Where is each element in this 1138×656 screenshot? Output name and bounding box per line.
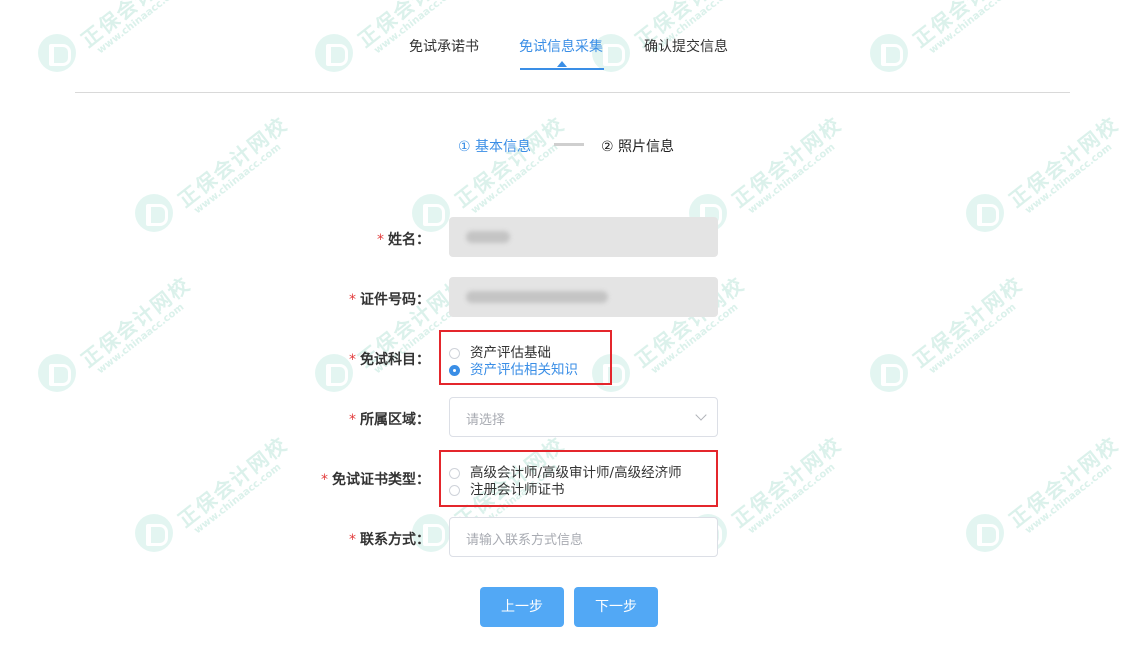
required-mark: * — [349, 412, 356, 428]
brand-logo-icon — [870, 354, 908, 392]
step-basic-info: ① 基本信息 — [458, 139, 532, 155]
required-mark: * — [349, 352, 356, 368]
prev-step-button[interactable]: 上一步 — [480, 587, 564, 627]
region-select[interactable]: 请选择 — [449, 397, 718, 437]
tab-divider — [75, 92, 1070, 93]
name-label: * 姓名： — [377, 232, 430, 248]
watermark: 正保会计网校 www.chinaacc.com — [870, 272, 1027, 400]
required-mark: * — [349, 292, 356, 308]
brand-logo-icon — [966, 514, 1004, 552]
highlight-box-subject — [439, 330, 612, 385]
required-mark: * — [349, 532, 356, 548]
tab-bar: 免试承诺书 免试信息采集 确认提交信息 — [0, 30, 1138, 70]
exempt-subject-label: * 免试科目： — [349, 352, 430, 368]
next-step-button[interactable]: 下一步 — [574, 587, 658, 627]
step-photo-info: ② 照片信息 — [601, 139, 675, 155]
active-tab-underline — [520, 68, 604, 70]
watermark: 正保会计网校 www.chinaacc.com — [966, 112, 1123, 240]
brand-logo-icon — [412, 194, 450, 232]
active-tab-caret-icon — [557, 61, 567, 67]
tab-confirm-submit[interactable]: 确认提交信息 — [644, 36, 728, 56]
id-number-field — [449, 277, 718, 317]
watermark: 正保会计网校 www.chinaacc.com — [966, 432, 1123, 560]
step-connector — [554, 143, 584, 146]
certificate-type-label: * 免试证书类型： — [321, 472, 430, 488]
tab-commitment[interactable]: 免试承诺书 — [409, 36, 479, 56]
redacted-value — [466, 231, 510, 243]
required-mark: * — [321, 472, 328, 488]
id-number-label: * 证件号码： — [349, 292, 430, 308]
redacted-value — [466, 291, 608, 303]
contact-label: * 联系方式： — [349, 532, 430, 548]
brand-logo-icon — [966, 194, 1004, 232]
watermark: 正保会计网校 www.chinaacc.com — [592, 272, 749, 400]
contact-input[interactable]: 请输入联系方式信息 — [449, 517, 718, 557]
tab-info-collection[interactable]: 免试信息采集 — [519, 36, 603, 56]
required-mark: * — [377, 232, 384, 248]
name-field — [449, 217, 718, 257]
watermark: 正保会计网校 www.chinaacc.com — [135, 112, 292, 240]
highlight-box-certificate — [439, 450, 718, 507]
region-label: * 所属区域： — [349, 412, 430, 428]
brand-logo-icon — [135, 194, 173, 232]
chevron-down-icon — [695, 409, 707, 421]
